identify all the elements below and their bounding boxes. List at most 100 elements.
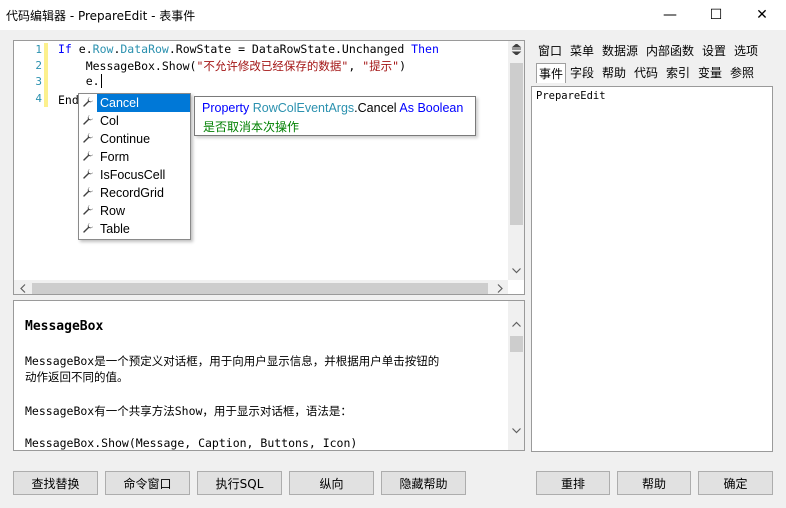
autocomplete-item-label: Form [100, 150, 130, 164]
autocomplete-item[interactable]: RecordGrid [79, 184, 190, 202]
help-vertical-scrollbar[interactable] [508, 301, 524, 450]
split-handle-icon[interactable] [508, 41, 524, 58]
code-token: MessageBox.Show( [58, 59, 197, 73]
string-literal: "不允许修改已经保存的数据" [196, 59, 349, 73]
help-button[interactable]: 帮助 [617, 471, 691, 495]
scroll-right-icon[interactable] [491, 280, 508, 294]
maximize-icon: ☐ [709, 7, 723, 23]
tooltip-class: RowColEventArgs [252, 101, 355, 115]
execute-sql-button[interactable]: 执行SQL [197, 471, 282, 495]
window-title: 代码编辑器 - PrepareEdit - 表事件 [6, 9, 196, 23]
quick-info-tooltip: Property RowColEventArgs.Cancel As Boole… [194, 96, 476, 136]
wrench-icon [79, 112, 97, 130]
autocomplete-item[interactable]: Table [79, 220, 190, 238]
line-number: 1 [35, 43, 42, 56]
tooltip-as: As [399, 101, 414, 115]
tab-fields[interactable]: 字段 [570, 63, 594, 83]
autocomplete-item-label: Cancel [97, 94, 190, 112]
help-pane[interactable]: MessageBox MessageBox是一个预定义对话框，用于向用户显示信息… [13, 300, 525, 451]
minimize-icon: — [663, 7, 677, 23]
scrollbar-thumb[interactable] [510, 336, 523, 352]
event-list[interactable]: PrepareEdit [531, 86, 773, 452]
tab-window[interactable]: 窗口 [538, 41, 562, 61]
vertical-layout-button[interactable]: 纵向 [289, 471, 374, 495]
line-number-gutter: 1 2 3 4 [14, 41, 44, 281]
code-token: , [348, 59, 363, 73]
code-line-4[interactable]: End [58, 93, 79, 107]
autocomplete-item[interactable]: Cancel [79, 94, 190, 112]
list-item[interactable]: PrepareEdit [536, 90, 606, 102]
autocomplete-list[interactable]: Cancel Col Continue Form IsFocusCell Rec… [78, 93, 191, 240]
scroll-down-icon[interactable] [508, 262, 524, 279]
help-paragraph: MessageBox.Show(Message, Caption, Button… [25, 436, 358, 450]
keyword-if: If [58, 42, 72, 56]
code-line-3[interactable]: e. [58, 74, 102, 88]
autocomplete-item-label: RecordGrid [100, 186, 164, 200]
autocomplete-item[interactable]: Col [79, 112, 190, 130]
tooltip-type: Boolean [417, 101, 464, 115]
autocomplete-item[interactable]: IsFocusCell [79, 166, 190, 184]
autocomplete-item-label: Row [100, 204, 126, 218]
tab-settings[interactable]: 设置 [702, 41, 726, 61]
string-literal: "提示" [362, 59, 400, 73]
wrench-icon [79, 202, 97, 220]
code-token: End [58, 93, 79, 107]
tab-datasource[interactable]: 数据源 [602, 41, 638, 61]
help-paragraph: 动作返回不同的值。 [25, 370, 129, 384]
code-token: DataRow [120, 42, 169, 56]
wrench-icon [79, 220, 97, 238]
tab-variables[interactable]: 变量 [698, 63, 722, 83]
scroll-left-icon[interactable] [14, 280, 31, 294]
autocomplete-item-label: Col [100, 114, 119, 128]
close-button[interactable]: ✕ [739, 0, 785, 30]
wrench-icon [79, 94, 97, 112]
autocomplete-item[interactable]: Row [79, 202, 190, 220]
tab-help[interactable]: 帮助 [602, 63, 626, 83]
code-line-2[interactable]: MessageBox.Show("不允许修改已经保存的数据", "提示") [58, 58, 406, 74]
find-replace-button[interactable]: 查找替换 [13, 471, 98, 495]
autocomplete-item-label: IsFocusCell [100, 168, 166, 182]
tab-events[interactable]: 事件 [536, 63, 567, 83]
line-number: 4 [35, 92, 42, 105]
code-token: ) [399, 59, 406, 73]
help-paragraph: MessageBox有一个共享方法Show，用于显示对话框，语法是： [25, 404, 352, 418]
code-token: Row [92, 42, 114, 56]
code-token: .RowState = DataRowState.Unchanged [168, 42, 412, 56]
autocomplete-item[interactable]: Form [79, 148, 190, 166]
tooltip-signature: Property RowColEventArgs.Cancel As Boole… [202, 101, 463, 115]
wrench-icon [79, 148, 97, 166]
tab-options[interactable]: 选项 [734, 41, 758, 61]
tab-references[interactable]: 参照 [730, 63, 754, 83]
wrench-icon [79, 130, 97, 148]
close-icon: ✕ [756, 7, 768, 23]
text-cursor [100, 74, 102, 88]
tab-internal-functions[interactable]: 内部函数 [646, 41, 694, 61]
scrollbar-thumb[interactable] [510, 63, 523, 225]
wrench-icon [79, 184, 97, 202]
tab-code[interactable]: 代码 [634, 63, 658, 83]
command-window-button[interactable]: 命令窗口 [105, 471, 190, 495]
minimize-button[interactable]: — [647, 0, 693, 30]
autocomplete-item-label: Continue [100, 132, 151, 146]
help-title: MessageBox [25, 319, 104, 334]
autocomplete-item[interactable]: Continue [79, 130, 190, 148]
autocomplete-item-label: Table [100, 222, 130, 236]
rearrange-button[interactable]: 重排 [536, 471, 610, 495]
line-number: 3 [35, 75, 42, 88]
scroll-up-icon[interactable] [508, 315, 524, 332]
ok-button[interactable]: 确定 [698, 471, 773, 495]
maximize-button[interactable]: ☐ [693, 0, 739, 30]
hide-help-button[interactable]: 隐藏帮助 [381, 471, 466, 495]
code-line-1[interactable]: If e.Row.DataRow.RowState = DataRowState… [58, 42, 439, 56]
wrench-icon [79, 166, 97, 184]
code-token: e. [78, 42, 93, 56]
modified-lines-marker [44, 43, 48, 107]
tab-menu[interactable]: 菜单 [570, 41, 594, 61]
scrollbar-thumb[interactable] [32, 283, 488, 294]
tab-index[interactable]: 索引 [666, 63, 690, 83]
title-bar[interactable]: 代码编辑器 - PrepareEdit - 表事件 — ☐ ✕ [0, 0, 786, 30]
editor-vertical-scrollbar[interactable] [508, 41, 524, 280]
tooltip-member: .Cancel [354, 101, 397, 115]
editor-horizontal-scrollbar[interactable] [14, 280, 508, 294]
scroll-down-icon[interactable] [508, 422, 524, 439]
